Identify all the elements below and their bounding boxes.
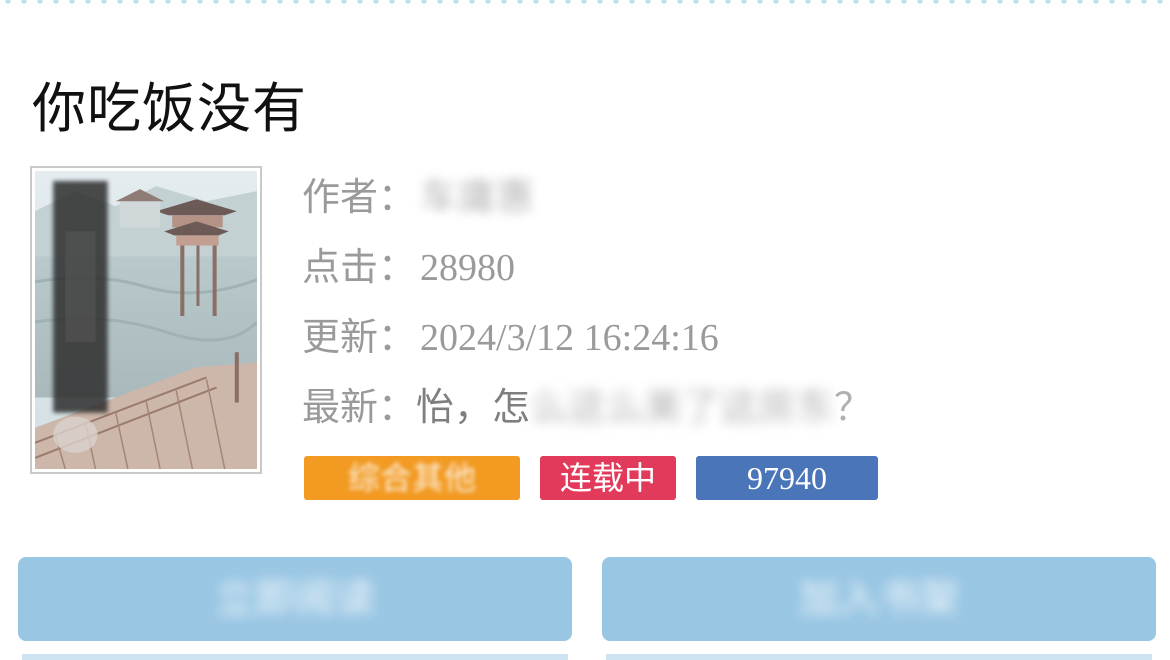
author-label: 作者： (302, 175, 417, 219)
clicks-label: 点击： (302, 245, 417, 289)
latest-chapter-title[interactable]: 怡，怎 (416, 385, 530, 429)
next-button-edge (606, 654, 1152, 660)
next-button-edge (22, 654, 568, 660)
add-to-shelf-button[interactable]: 加入书架 (602, 557, 1156, 641)
clicks-value: 28980 (420, 247, 516, 289)
updated-row: 更新： 2024/3/12 16:24:16 (302, 312, 719, 363)
read-now-label: 立即阅读 (215, 576, 375, 622)
status-tag: 连载中 (540, 456, 676, 500)
author-name[interactable]: 车庸惠 (420, 173, 534, 223)
read-now-button[interactable]: 立即阅读 (18, 557, 572, 641)
clicks-row: 点击： 28980 (302, 242, 515, 293)
category-tag-label: 综合其他 (347, 459, 476, 497)
updated-value: 2024/3/12 16:24:16 (420, 317, 719, 359)
updated-label: 更新： (302, 315, 417, 359)
add-to-shelf-label: 加入书架 (799, 576, 959, 622)
book-cover-image[interactable] (30, 166, 262, 474)
top-dotted-divider (0, 0, 1170, 5)
latest-chapter-title-obscured[interactable]: 么这么美了这房东 (530, 382, 834, 432)
latest-chapter-title-end[interactable]: ？ (834, 385, 872, 429)
latest-chapter-row[interactable]: 最新：怡，怎么这么美了这房东？ (302, 382, 872, 432)
category-tag[interactable]: 综合其他 (304, 456, 520, 500)
latest-label: 最新： (302, 385, 417, 429)
word-count-tag: 97940 (696, 456, 878, 500)
author-row: 作者： 车庸惠 (302, 172, 534, 223)
book-title: 你吃饭没有 (32, 77, 307, 140)
